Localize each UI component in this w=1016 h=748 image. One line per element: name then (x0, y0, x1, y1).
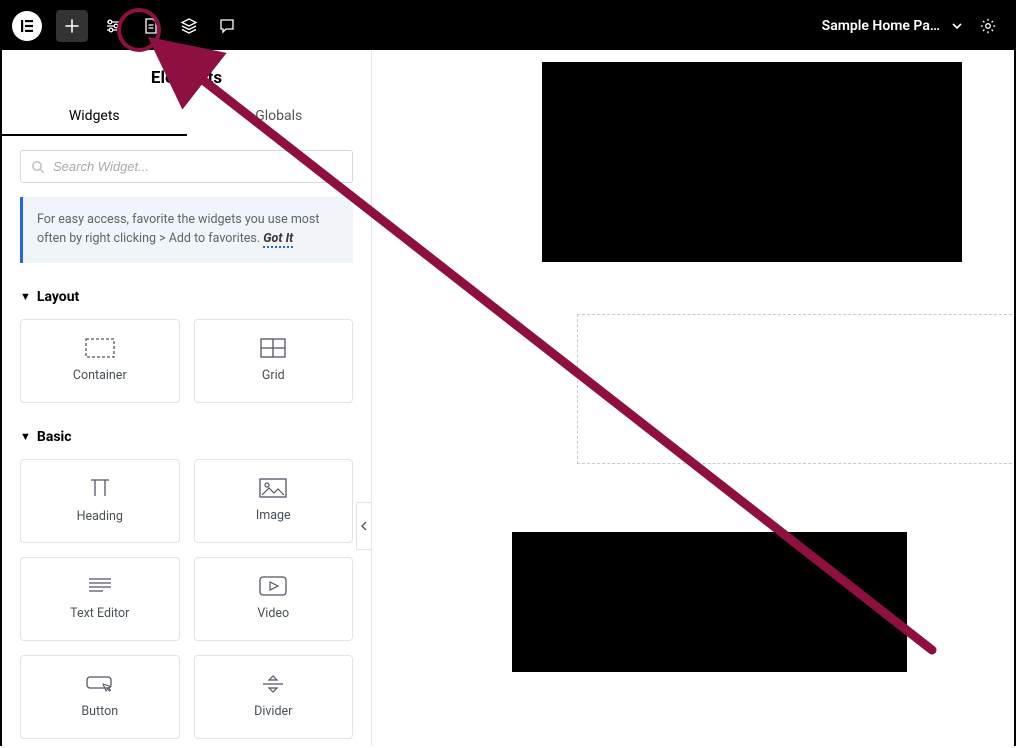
topbar: Sample Home Pa… (2, 2, 1014, 50)
document-icon (143, 17, 159, 35)
gear-icon (979, 17, 997, 35)
caret-down-icon: ▼ (20, 430, 31, 443)
page-settings-button[interactable] (94, 7, 132, 45)
sidebar-title: Elements (2, 50, 371, 98)
widget-grid-label: Grid (262, 368, 285, 383)
caret-down-icon: ▼ (20, 290, 31, 303)
sidebar-tabs: Widgets Globals (2, 98, 371, 136)
widget-text-editor[interactable]: Text Editor (20, 557, 180, 641)
grid-icon (260, 338, 286, 358)
widget-divider-label: Divider (254, 704, 292, 719)
section-layout: ▼ Layout Container Grid (20, 289, 353, 403)
sidebar: Elements Widgets Globals For easy access… (2, 50, 372, 746)
video-icon (259, 576, 287, 596)
canvas-block-1[interactable] (542, 62, 962, 262)
layout-grid: Container Grid (20, 319, 353, 403)
sliders-icon (104, 17, 122, 35)
heading-icon (87, 477, 113, 499)
section-basic: ▼ Basic Heading Image Text Editor (20, 429, 353, 739)
chevron-left-icon (360, 521, 368, 531)
document-button[interactable] (132, 7, 170, 45)
basic-grid: Heading Image Text Editor Video (20, 459, 353, 739)
comment-icon (218, 17, 236, 35)
tab-widgets[interactable]: Widgets (2, 98, 187, 136)
notes-button[interactable] (208, 7, 246, 45)
layers-icon (180, 17, 198, 35)
canvas-block-2[interactable] (512, 532, 907, 672)
widget-button[interactable]: Button (20, 655, 180, 739)
text-editor-icon (87, 576, 113, 596)
widget-heading-label: Heading (77, 509, 123, 524)
plus-icon (64, 18, 80, 34)
collapse-panel[interactable] (356, 502, 372, 550)
image-icon (259, 478, 287, 498)
sidebar-body: For easy access, favorite the widgets yo… (2, 136, 371, 746)
add-widget-button[interactable] (56, 10, 88, 42)
elementor-logo-icon (20, 19, 34, 33)
search-widget[interactable] (20, 150, 353, 183)
search-icon (31, 160, 45, 174)
tip-gotit[interactable]: Got It (263, 231, 293, 248)
widget-image-label: Image (256, 508, 291, 523)
widget-image[interactable]: Image (194, 459, 354, 543)
widget-button-label: Button (81, 704, 118, 719)
topbar-left (12, 7, 246, 45)
chevron-down-icon[interactable] (950, 19, 964, 33)
elementor-logo[interactable] (12, 11, 42, 41)
widget-grid[interactable]: Grid (194, 319, 354, 403)
widget-container-label: Container (73, 368, 127, 383)
widget-heading[interactable]: Heading (20, 459, 180, 543)
canvas[interactable] (372, 50, 1014, 746)
divider-icon (260, 674, 286, 694)
section-layout-header[interactable]: ▼ Layout (20, 289, 353, 305)
structure-button[interactable] (170, 7, 208, 45)
widget-video-label: Video (257, 606, 289, 621)
favorites-tip: For easy access, favorite the widgets yo… (20, 197, 353, 263)
widget-container[interactable]: Container (20, 319, 180, 403)
button-icon (85, 674, 115, 694)
canvas-placeholder[interactable] (577, 314, 1014, 464)
tab-globals[interactable]: Globals (187, 98, 372, 136)
page-title[interactable]: Sample Home Pa… (822, 18, 940, 34)
widget-text-editor-label: Text Editor (70, 606, 129, 621)
section-basic-header[interactable]: ▼ Basic (20, 429, 353, 445)
topbar-right: Sample Home Pa… (822, 7, 1004, 45)
widget-video[interactable]: Video (194, 557, 354, 641)
widget-divider[interactable]: Divider (194, 655, 354, 739)
search-input[interactable] (53, 159, 342, 174)
container-icon (85, 338, 115, 358)
section-basic-title: Basic (37, 429, 72, 445)
section-layout-title: Layout (37, 289, 79, 305)
main: Elements Widgets Globals For easy access… (2, 50, 1014, 746)
settings-button[interactable] (972, 7, 1004, 45)
